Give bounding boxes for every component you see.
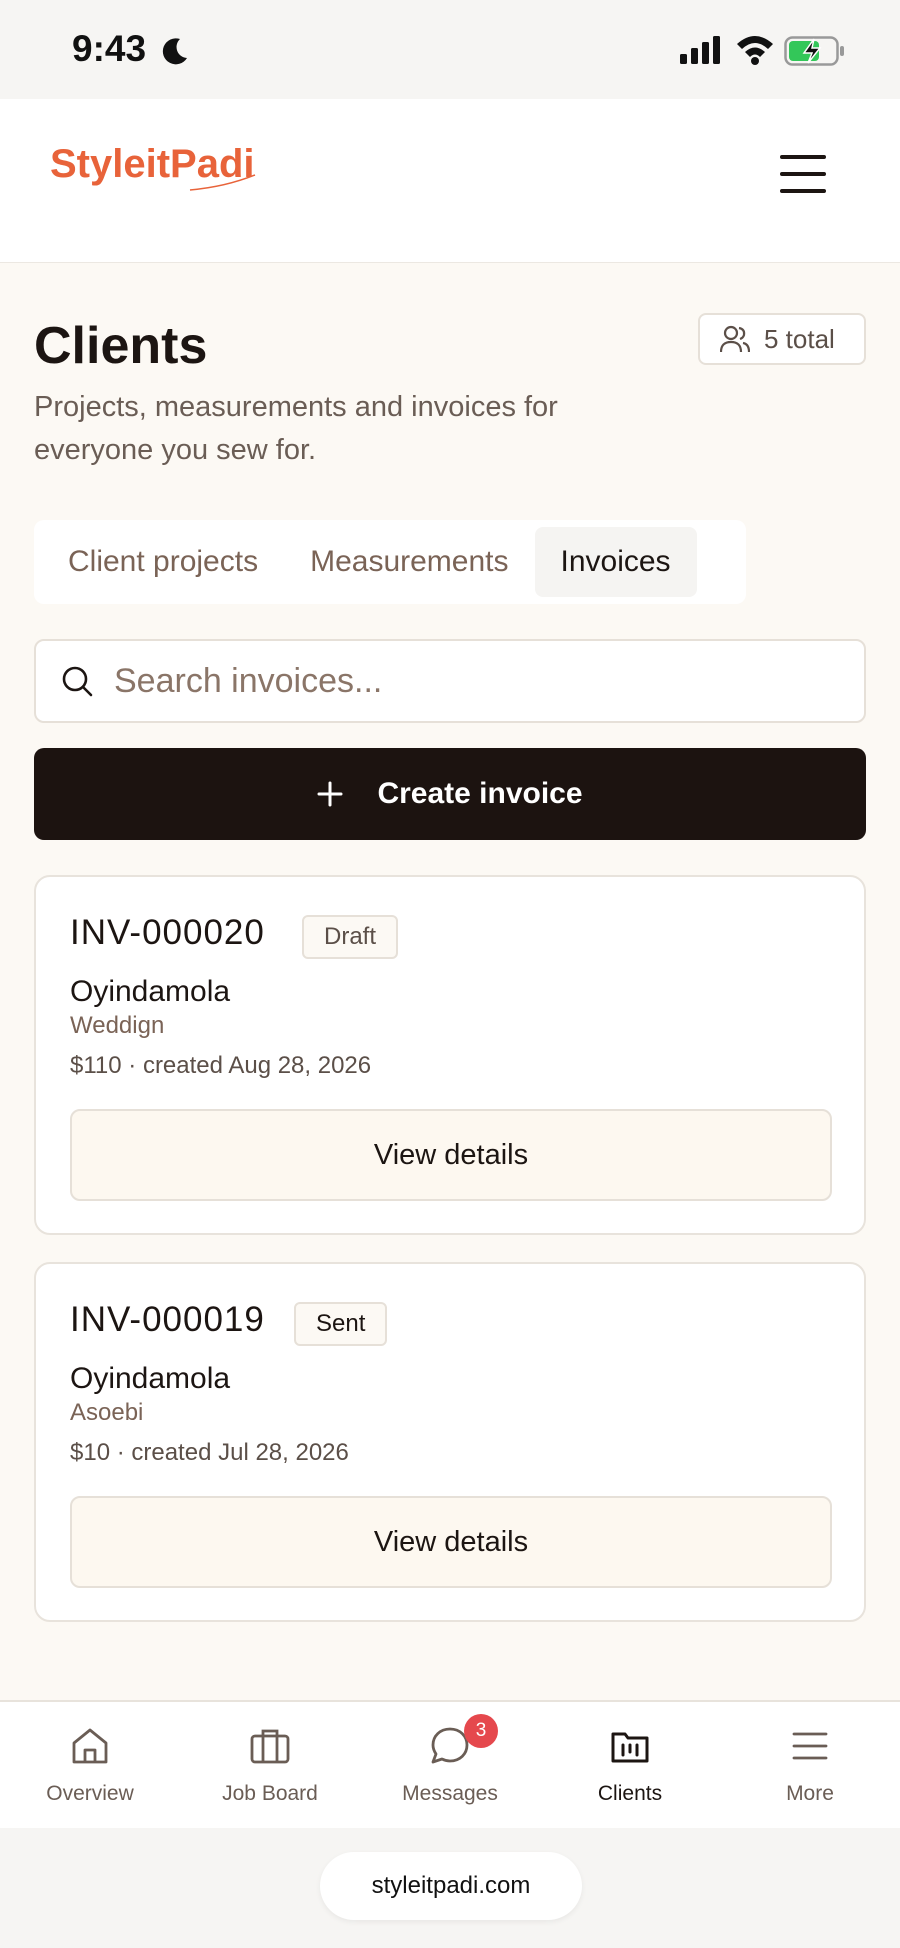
nav-label: Clients (597, 1782, 663, 1805)
users-icon (720, 325, 750, 353)
view-details-button[interactable]: View details (70, 1496, 832, 1588)
status-time: 9:43 (72, 28, 147, 69)
invoice-number: INV-000019 (70, 1300, 265, 1339)
create-invoice-button[interactable]: Create invoice (34, 748, 866, 840)
invoice-number: INV-000020 (70, 913, 265, 952)
battery-charging-icon (784, 36, 844, 66)
invoice-card: INV-000019 Sent Oyindamola Asoebi $10 · … (34, 1262, 866, 1622)
nav-label: Job Board (222, 1782, 318, 1805)
tab-client-projects[interactable]: Client projects (42, 527, 284, 597)
url-pill[interactable]: styleitpadi.com (320, 1852, 582, 1920)
search-input[interactable] (114, 661, 834, 701)
view-details-button[interactable]: View details (70, 1109, 832, 1201)
nav-job-board[interactable]: Job Board (180, 1702, 360, 1830)
client-total-badge: 5 total (698, 313, 866, 365)
home-icon (72, 1728, 108, 1764)
nav-label: Overview (46, 1782, 134, 1805)
folder-icon (611, 1732, 649, 1763)
messages-count-badge: 3 (464, 1714, 498, 1748)
page-title: Clients (34, 317, 208, 375)
browser-url-area: styleitpadi.com (0, 1828, 900, 1948)
search-icon (62, 666, 93, 697)
create-invoice-label: Create invoice (377, 777, 583, 810)
tab-measurements[interactable]: Measurements (284, 527, 534, 597)
invoice-card: INV-000020 Draft Oyindamola Weddign $110… (34, 875, 866, 1235)
invoice-project-name: Asoebi (70, 1399, 144, 1426)
total-badge-label: 5 total (764, 323, 835, 354)
invoice-client-name: Oyindamola (70, 1362, 231, 1395)
briefcase-icon (250, 1729, 290, 1764)
nav-label: More (786, 1782, 834, 1805)
invoice-meta: $10 · created Jul 28, 2026 (70, 1439, 349, 1466)
hamburger-menu-icon[interactable] (772, 149, 834, 199)
status-bar: 9:43 (0, 0, 900, 99)
client-tabs: Client projects Measurements Invoices (34, 520, 746, 604)
nav-overview[interactable]: Overview (0, 1702, 180, 1830)
status-badge: Sent (294, 1302, 388, 1346)
nav-label: Messages (402, 1782, 498, 1805)
search-box (34, 639, 866, 723)
invoice-project-name: Weddign (70, 1012, 165, 1039)
page-subtitle: Projects, measurements and invoices for … (34, 391, 558, 466)
menu-icon (792, 1732, 828, 1760)
nav-messages[interactable]: 3 Messages (360, 1702, 540, 1830)
app-header: StyleitPadi (0, 99, 900, 263)
plus-icon (317, 781, 343, 807)
nav-clients[interactable]: Clients (540, 1702, 720, 1830)
moon-icon (162, 38, 187, 65)
cellular-signal-icon (680, 36, 720, 64)
bottom-nav: Overview Job Board 3 Messages Clients Mo… (0, 1700, 900, 1828)
nav-more[interactable]: More (720, 1702, 900, 1830)
wifi-icon (737, 36, 773, 65)
tab-invoices[interactable]: Invoices (534, 527, 697, 597)
invoice-client-name: Oyindamola (70, 975, 231, 1008)
brand-logo-text: StyleitPadi (50, 142, 255, 186)
brand-logo[interactable]: StyleitPadi (50, 135, 270, 195)
status-badge: Draft (302, 915, 399, 959)
invoice-meta: $110 · created Aug 28, 2026 (70, 1052, 372, 1079)
